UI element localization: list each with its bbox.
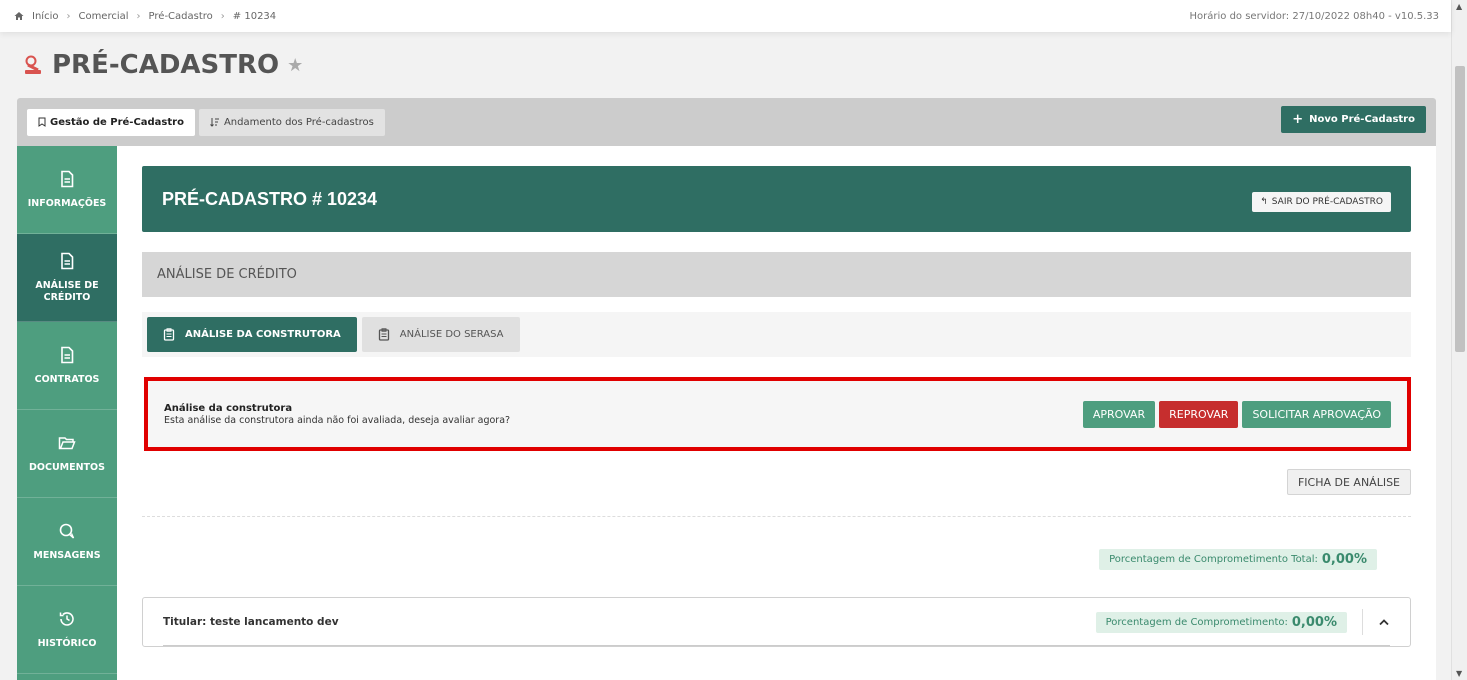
section-title: ANÁLISE DE CRÉDITO [142, 252, 1411, 297]
tab-analise-serasa[interactable]: ANÁLISE DO SERASA [361, 317, 520, 352]
sidebar-item-documentos[interactable]: DOCUMENTOS [17, 410, 117, 498]
main-card: Gestão de Pré-Cadastro Andamento dos Pré… [17, 98, 1436, 680]
page-title: PRÉ-CADASTRO ★ [22, 50, 303, 80]
aprovar-button[interactable]: APROVAR [1082, 400, 1156, 428]
breadcrumb-item-inicio[interactable]: Início [32, 11, 58, 22]
titular-right: Porcentagem de Comprometimento: 0,00% [1095, 609, 1390, 635]
chevron-right-icon: › [220, 10, 225, 22]
analysis-alert: Análise da construtora Esta análise da c… [144, 377, 1411, 451]
document-icon [61, 170, 74, 187]
chevron-right-icon: › [66, 10, 71, 22]
sidebar-item-informacoes[interactable]: INFORMAÇÕES [17, 146, 117, 234]
scrollbar[interactable]: ▲ ▼ [1451, 0, 1467, 680]
alert-message: Esta análise da construtora ainda não fo… [164, 414, 511, 426]
analysis-subtabs: ANÁLISE DA CONSTRUTORA ANÁLISE DO SERASA [142, 312, 1411, 357]
solicitar-aprovacao-button[interactable]: SOLICITAR APROVAÇÃO [1242, 400, 1391, 428]
percent-total-row: Porcentagem de Comprometimento Total: 0,… [142, 549, 1411, 570]
chat-icon [59, 523, 75, 539]
clipboard-icon [163, 328, 175, 341]
novo-pre-cadastro-label: Novo Pré-Cadastro [1309, 114, 1415, 125]
chevron-right-icon: › [136, 10, 141, 22]
sidebar-item-historico[interactable]: HISTÓRICO [17, 586, 117, 674]
reply-icon: ↰ [1260, 197, 1268, 207]
titular-label: Titular: teste lancamento dev [163, 616, 339, 628]
breadcrumb-item-pre-cadastro[interactable]: Pré-Cadastro [149, 11, 213, 22]
card-underline [163, 645, 1390, 646]
alert-title: Análise da construtora [164, 402, 293, 414]
sair-label: SAIR DO PRÉ-CADASTRO [1271, 197, 1383, 207]
ficha-row: FICHA DE ANÁLISE [142, 469, 1411, 495]
document-icon [61, 252, 74, 269]
tab-andamento[interactable]: Andamento dos Pré-cadastros [198, 108, 385, 136]
sidebar: INFORMAÇÕES ANÁLISE DE CRÉDITO CONTRATOS… [17, 146, 117, 680]
sidebar-item-mensagens[interactable]: MENSAGENS [17, 498, 117, 586]
sidebar-item-label: HISTÓRICO [37, 637, 97, 649]
scroll-down-icon[interactable]: ▼ [1456, 669, 1462, 678]
ficha-analise-button[interactable]: FICHA DE ANÁLISE [1286, 469, 1411, 495]
bookmark-icon [38, 117, 46, 127]
star-icon[interactable]: ★ [287, 55, 303, 76]
stamp-icon [25, 55, 41, 74]
titular-percent-value: 0,00% [1291, 614, 1337, 630]
sort-icon [210, 118, 219, 127]
home-icon [14, 12, 24, 20]
page-title-text: PRÉ-CADASTRO [52, 50, 280, 80]
breadcrumb-item-current: # 10234 [232, 10, 277, 22]
divider [142, 516, 1411, 517]
tab-analise-construtora[interactable]: ANÁLISE DA CONSTRUTORA [147, 317, 357, 352]
sidebar-item-label: MENSAGENS [33, 549, 101, 561]
content-area: PRÉ-CADASTRO # 10234 ↰ SAIR DO PRÉ-CADAS… [142, 166, 1411, 647]
alert-actions: APROVAR REPROVAR SOLICITAR APROVAÇÃO [1082, 400, 1391, 428]
scroll-up-icon[interactable]: ▲ [1456, 2, 1462, 11]
sidebar-item-label: ANÁLISE DE CRÉDITO [35, 279, 99, 303]
tab-gestao[interactable]: Gestão de Pré-Cadastro [27, 108, 195, 136]
novo-pre-cadastro-button[interactable]: + Novo Pré-Cadastro [1281, 106, 1426, 133]
pre-cadastro-title: PRÉ-CADASTRO # 10234 [162, 188, 378, 209]
tab-andamento-label: Andamento dos Pré-cadastros [223, 116, 374, 128]
breadcrumb-item-comercial[interactable]: Comercial [78, 11, 128, 22]
sidebar-item-analise-credito[interactable]: ANÁLISE DE CRÉDITO [17, 234, 117, 322]
breadcrumb: Início › Comercial › Pré-Cadastro › # 10… [14, 11, 276, 22]
tabs-bar: Gestão de Pré-Cadastro Andamento dos Pré… [17, 98, 1436, 146]
top-bar: Início › Comercial › Pré-Cadastro › # 10… [0, 0, 1451, 32]
separator [1362, 609, 1363, 635]
tab-analise-serasa-label: ANÁLISE DO SERASA [399, 329, 504, 340]
tab-gestao-label: Gestão de Pré-Cadastro [50, 116, 184, 128]
sair-pre-cadastro-button[interactable]: ↰ SAIR DO PRÉ-CADASTRO [1252, 192, 1391, 212]
sidebar-item-contratos[interactable]: CONTRATOS [17, 322, 117, 410]
titular-percent-label: Porcentagem de Comprometimento: [1105, 616, 1288, 628]
titular-card[interactable]: Titular: teste lancamento dev Porcentage… [142, 597, 1411, 647]
clipboard-icon [378, 328, 389, 341]
folder-icon [58, 436, 76, 449]
plus-icon: + [1292, 111, 1304, 127]
pre-cadastro-header: PRÉ-CADASTRO # 10234 ↰ SAIR DO PRÉ-CADAS… [142, 166, 1411, 232]
sidebar-item-label: DOCUMENTOS [29, 461, 105, 473]
sidebar-item-label: CONTRATOS [34, 373, 100, 385]
history-icon [59, 611, 74, 626]
alert-text: Análise da construtora Esta análise da c… [164, 403, 510, 426]
percent-total-value: 0,00% [1321, 552, 1367, 567]
tab-analise-construtora-label: ANÁLISE DA CONSTRUTORA [185, 329, 341, 340]
titular-percent-badge: Porcentagem de Comprometimento: 0,00% [1095, 611, 1347, 633]
server-time: Horário do servidor: 27/10/2022 08h40 - … [1189, 10, 1439, 22]
reprovar-button[interactable]: REPROVAR [1159, 400, 1239, 428]
chevron-up-icon[interactable] [1378, 618, 1390, 626]
sidebar-item-label: INFORMAÇÕES [27, 197, 107, 209]
document-icon [61, 346, 74, 363]
scrollbar-thumb[interactable] [1455, 66, 1465, 352]
percent-total-badge: Porcentagem de Comprometimento Total: 0,… [1099, 549, 1377, 570]
percent-total-label: Porcentagem de Comprometimento Total: [1109, 554, 1318, 565]
